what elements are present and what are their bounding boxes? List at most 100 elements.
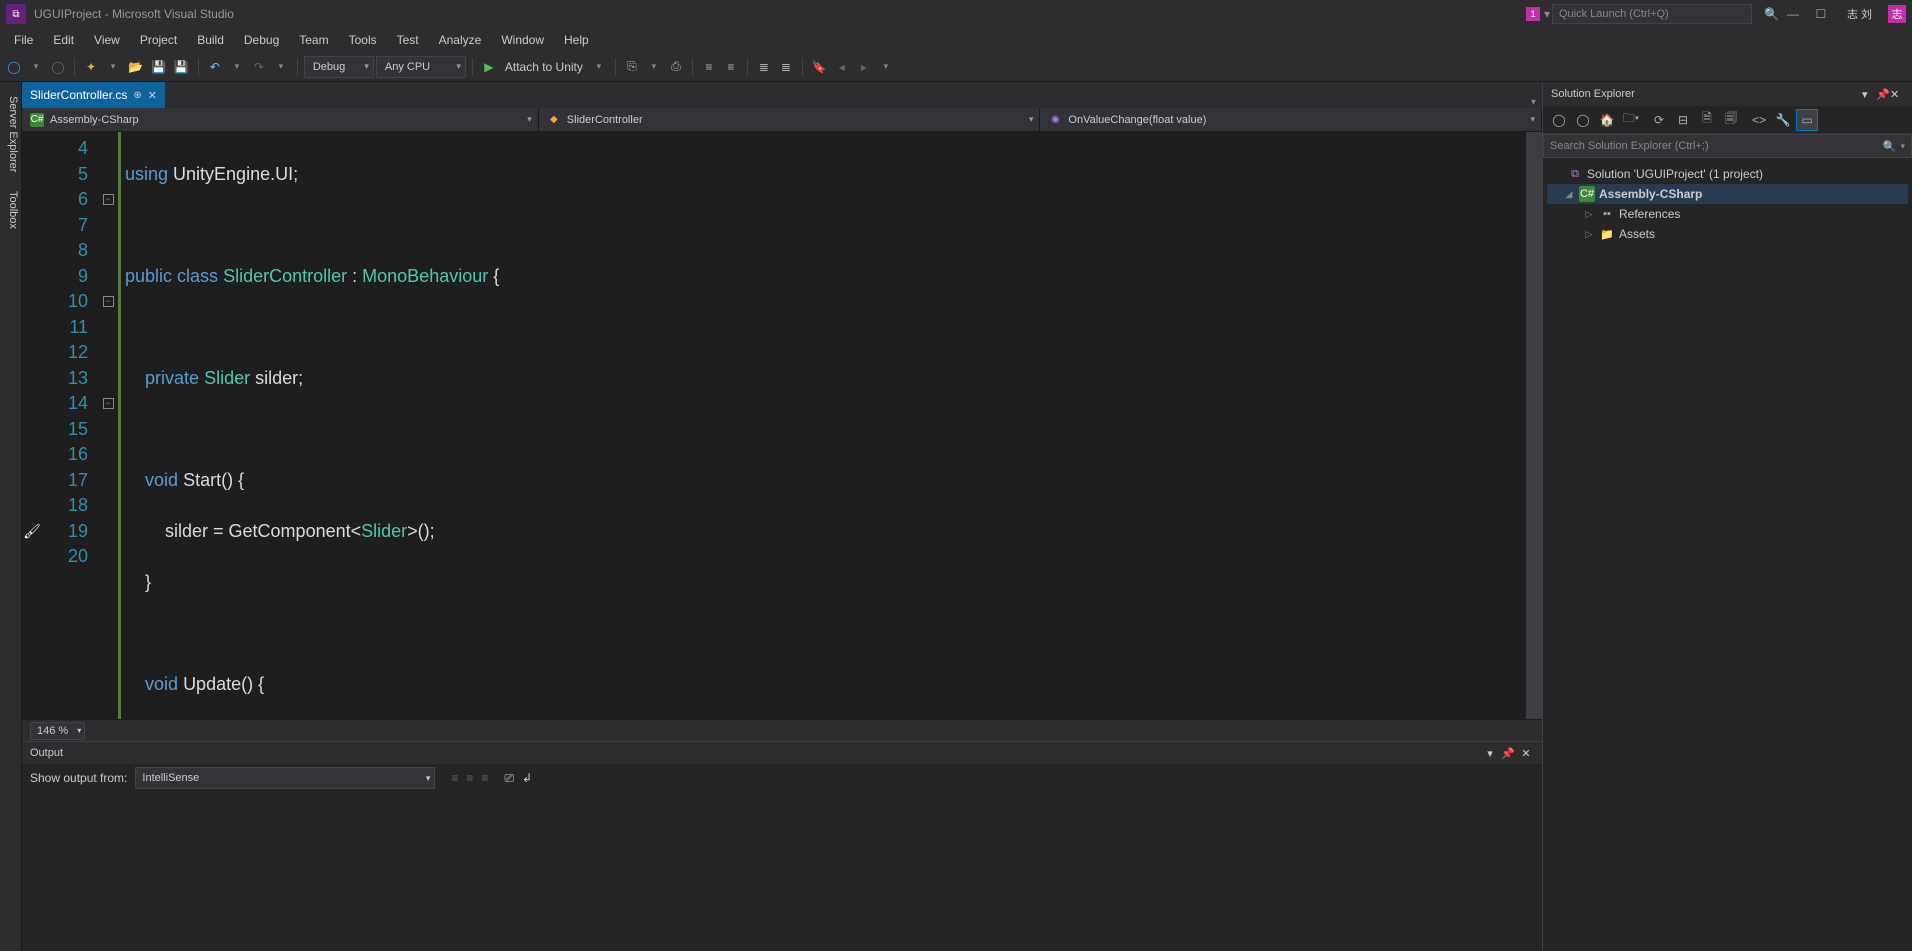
output-pin-icon[interactable]: 📌	[1500, 745, 1516, 761]
nav-back-drop[interactable]: ▾	[26, 56, 46, 78]
nav-project-dropdown[interactable]: C# Assembly-CSharp	[22, 108, 539, 131]
comment-icon[interactable]: ≣	[754, 56, 774, 78]
next-bookmark-icon[interactable]: ▸	[854, 56, 874, 78]
undo-button[interactable]: ↶	[205, 56, 225, 78]
menu-view[interactable]: View	[84, 29, 130, 51]
close-tab-button[interactable]: ✕	[148, 89, 157, 102]
menu-team[interactable]: Team	[289, 29, 338, 51]
tree-references-node[interactable]: ▷ ▪▪ References	[1547, 204, 1908, 224]
output-icon-3[interactable]: ≡	[481, 771, 488, 785]
config-dropdown[interactable]: Debug	[304, 56, 374, 78]
tree-project-node[interactable]: ◢ C# Assembly-CSharp	[1547, 184, 1908, 204]
output-source-dropdown[interactable]: IntelliSense	[135, 767, 435, 789]
save-button[interactable]: 💾	[148, 56, 169, 78]
expand-icon[interactable]: ▷	[1583, 209, 1595, 220]
bookmark-icon[interactable]: 🔖	[809, 56, 830, 78]
user-badge[interactable]: 志	[1888, 5, 1906, 23]
new-project-button[interactable]: ✦	[81, 56, 101, 78]
menubar: File Edit View Project Build Debug Team …	[0, 28, 1912, 52]
output-icon-2[interactable]: ≡	[466, 771, 473, 785]
se-properties-icon[interactable]: 🔧	[1773, 110, 1793, 130]
tree-solution-node[interactable]: ⧉ Solution 'UGUIProject' (1 project)	[1547, 164, 1908, 184]
menu-tools[interactable]: Tools	[339, 29, 387, 51]
code-area[interactable]: using UnityEngine.UI; public class Slide…	[118, 132, 1526, 719]
menu-edit[interactable]: Edit	[43, 29, 84, 51]
fold-toggle[interactable]: −	[103, 398, 114, 409]
se-home-icon[interactable]: 🏠	[1597, 110, 1617, 130]
quick-launch-search-icon[interactable]: 🔍	[1764, 7, 1779, 21]
step-icon-1[interactable]: ⎘	[622, 56, 642, 78]
user-name[interactable]: 志 刘	[1847, 6, 1872, 22]
menu-debug[interactable]: Debug	[234, 29, 289, 51]
step-icon-2[interactable]: ⎙	[666, 56, 686, 78]
se-code-icon[interactable]: <>	[1749, 110, 1769, 130]
prev-bookmark-icon[interactable]: ◂	[832, 56, 852, 78]
play-icon[interactable]: ▶	[479, 56, 499, 78]
se-refresh-icon[interactable]: ⟳	[1649, 110, 1669, 130]
se-back-icon[interactable]: ◯	[1549, 110, 1569, 130]
pin-icon[interactable]: ⊕	[133, 90, 141, 101]
menu-build[interactable]: Build	[187, 29, 234, 51]
se-collapse-icon[interactable]: ⊟	[1673, 110, 1693, 130]
expand-icon[interactable]: ◢	[1563, 189, 1575, 200]
output-icon-1[interactable]: ≡	[451, 771, 458, 785]
server-explorer-tab[interactable]: Server Explorer	[5, 88, 21, 180]
nav-class-dropdown[interactable]: ◆ SliderController	[539, 108, 1041, 131]
solution-tree[interactable]: ⧉ Solution 'UGUIProject' (1 project) ◢ C…	[1543, 158, 1912, 250]
se-preview-icon[interactable]: ▭	[1797, 110, 1817, 130]
run-drop[interactable]: ▾	[589, 56, 609, 78]
se-showall-icon[interactable]: 🗎	[1697, 110, 1717, 130]
fold-toggle[interactable]: −	[103, 194, 114, 205]
menu-help[interactable]: Help	[554, 29, 599, 51]
redo-button[interactable]: ↷	[249, 56, 269, 78]
menu-analyze[interactable]: Analyze	[429, 29, 492, 51]
menu-project[interactable]: Project	[130, 29, 187, 51]
panel-pin-icon[interactable]: 📌	[1876, 88, 1890, 101]
indent-left-icon[interactable]: ≡	[699, 56, 719, 78]
output-body[interactable]	[22, 792, 1542, 951]
open-button[interactable]: 📂	[125, 56, 146, 78]
run-button[interactable]: Attach to Unity	[501, 56, 587, 78]
se-copy-icon[interactable]: 🗐	[1721, 110, 1741, 130]
tree-assets-node[interactable]: ▷ 📁 Assets	[1547, 224, 1908, 244]
tab-slidercontroller[interactable]: SliderController.cs ⊕ ✕	[22, 82, 165, 108]
solution-search-input[interactable]: Search Solution Explorer (Ctrl+;) 🔍 ▾	[1543, 134, 1912, 158]
fold-toggle[interactable]: −	[103, 296, 114, 307]
indent-right-icon[interactable]: ≡	[721, 56, 741, 78]
uncomment-icon[interactable]: ≣	[776, 56, 796, 78]
zoom-dropdown[interactable]: 146 %	[30, 722, 85, 740]
tabs-overflow-button[interactable]: ▾	[1531, 97, 1536, 108]
menu-file[interactable]: File	[4, 29, 43, 51]
title-app: Microsoft Visual Studio	[112, 7, 234, 21]
expand-icon[interactable]: ▷	[1583, 229, 1595, 240]
se-forward-icon[interactable]: ◯	[1573, 110, 1593, 130]
nav-member-dropdown[interactable]: ◉ OnValueChange(float value)	[1040, 108, 1542, 131]
maximize-button[interactable]: ☐	[1807, 4, 1835, 24]
undo-drop[interactable]: ▾	[227, 56, 247, 78]
save-all-button[interactable]: 💾	[171, 56, 192, 78]
platform-dropdown[interactable]: Any CPU	[376, 56, 466, 78]
toolbar: ◯ ▾ ◯ ✦ ▾ 📂 💾 💾 ↶ ▾ ↷ ▾ Debug Any CPU ▶ …	[0, 52, 1912, 82]
toolbox-tab[interactable]: Toolbox	[5, 183, 21, 237]
output-wrap-icon[interactable]: ↲	[522, 771, 532, 785]
output-clear-icon[interactable]: ⎚	[504, 771, 514, 786]
notification-icon[interactable]: ▾	[1544, 7, 1550, 21]
new-project-drop[interactable]: ▾	[103, 56, 123, 78]
panel-close-icon[interactable]: ✕	[1890, 88, 1904, 101]
editor-scrollbar[interactable]	[1526, 132, 1542, 719]
se-scope-icon[interactable]: 🗀▾	[1621, 110, 1641, 130]
menu-window[interactable]: Window	[491, 29, 554, 51]
output-close-icon[interactable]: ✕	[1518, 745, 1534, 761]
quick-launch-input[interactable]: Quick Launch (Ctrl+Q)	[1552, 4, 1752, 24]
nav-forward-button[interactable]: ◯	[48, 56, 68, 78]
lightbulb-icon[interactable]: 🖌	[23, 519, 41, 545]
redo-drop[interactable]: ▾	[271, 56, 291, 78]
nav-back-button[interactable]: ◯	[4, 56, 24, 78]
menu-test[interactable]: Test	[387, 29, 429, 51]
code-editor[interactable]: 🖌 4567891011121314151617181920 − − − usi…	[22, 132, 1542, 719]
output-dropdown-icon[interactable]: ▾	[1482, 745, 1498, 761]
output-source-label: Show output from:	[30, 771, 127, 785]
panel-dropdown-icon[interactable]: ▾	[1862, 88, 1876, 101]
minimize-button[interactable]: —	[1779, 4, 1807, 24]
notification-badge[interactable]: 1	[1526, 7, 1540, 21]
